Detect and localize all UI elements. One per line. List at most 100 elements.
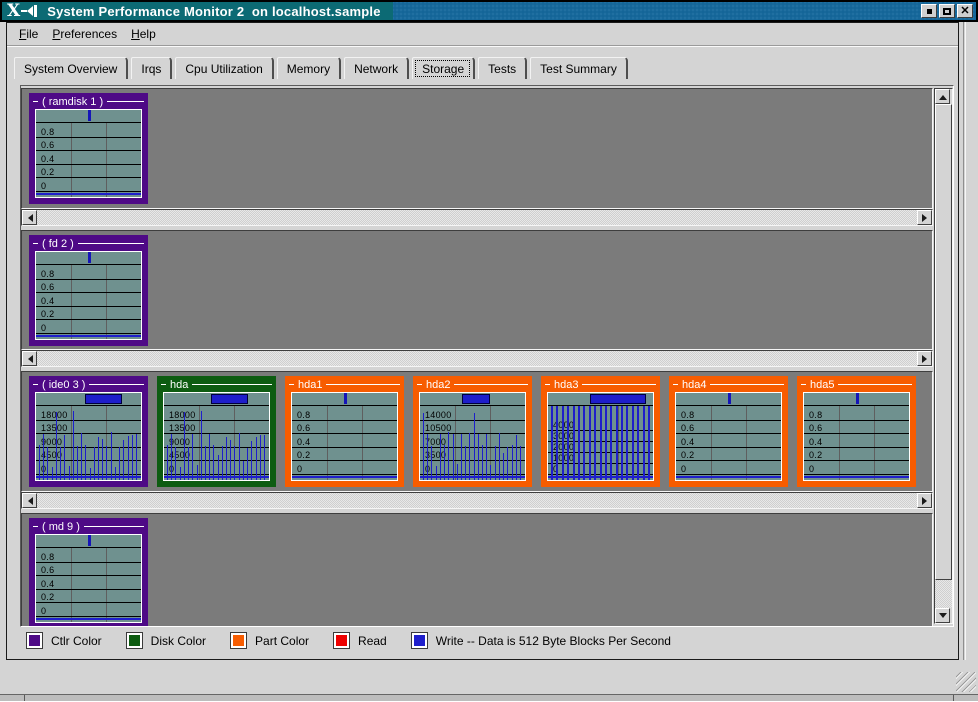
write-data-spike — [520, 446, 521, 480]
chart-plot: 1400010500700035000 — [419, 392, 526, 481]
chart-title-row: ( md 9 ) — [29, 519, 148, 534]
position-tick — [88, 252, 91, 263]
grid-hline — [36, 460, 141, 461]
horizontal-scrollbar[interactable] — [21, 209, 933, 226]
chart-title-row: ( fd 2 ) — [29, 236, 148, 251]
position-range — [85, 394, 122, 404]
arrow-left-icon — [24, 214, 33, 222]
legend-item-write: Write -- Data is 512 Byte Blocks Per Sec… — [412, 633, 671, 648]
zero-data-line — [36, 193, 141, 195]
frame-corner-notch — [953, 695, 954, 701]
x-window-logo-icon: X — [7, 3, 20, 20]
write-data-spike — [551, 406, 553, 480]
window-titlebar[interactable]: X System Performance Monitor 2 on localh… — [0, 0, 978, 22]
write-data-spike — [427, 434, 428, 480]
horizontal-scrollbar[interactable] — [21, 350, 933, 367]
zero-data-line — [292, 476, 397, 478]
y-axis-label: 0.2 — [809, 451, 822, 460]
grid-hline — [36, 306, 141, 307]
write-data-spike — [111, 432, 112, 480]
resize-grip-icon[interactable] — [956, 672, 976, 692]
scroll-left-button[interactable] — [22, 210, 37, 225]
scroll-left-button[interactable] — [22, 351, 37, 366]
chart-position-indicator — [676, 393, 781, 406]
chart-panel-md-9: ( md 9 )0.80.60.40.20 — [29, 518, 148, 626]
chart-grid: 0.80.60.40.20 — [36, 265, 141, 339]
menu-file[interactable]: File — [12, 25, 45, 43]
write-data-spike — [69, 466, 70, 480]
grid-hline — [36, 279, 141, 280]
grid-vline — [874, 406, 875, 480]
write-data-spike — [192, 434, 193, 480]
write-data-spike — [469, 433, 470, 480]
grid-hline — [36, 177, 141, 178]
y-axis-label: 0 — [809, 465, 814, 474]
grid-hline — [36, 319, 141, 320]
grid-hline — [36, 191, 141, 192]
grid-hline — [676, 460, 781, 461]
grid-vline — [746, 406, 747, 480]
position-tick — [88, 535, 91, 546]
grid-hline — [36, 150, 141, 151]
y-axis-label: 0 — [41, 607, 46, 616]
chart-title: ( fd 2 ) — [42, 238, 74, 250]
scroll-up-button[interactable] — [935, 89, 950, 104]
menu-preferences[interactable]: Preferences — [45, 25, 124, 43]
write-data-spike — [637, 406, 639, 480]
chart-grid: 1400010500700035000 — [420, 406, 525, 480]
write-data-spike — [436, 466, 437, 480]
horizontal-scrollbar[interactable] — [21, 492, 933, 509]
tab-test-summary[interactable]: Test Summary — [530, 57, 628, 79]
arrow-right-icon — [922, 497, 931, 505]
chart-plot: 1800013500900045000 — [163, 392, 270, 481]
vertical-scrollbar[interactable] — [934, 88, 953, 624]
scroll-right-button[interactable] — [917, 210, 932, 225]
write-data-spike — [234, 446, 235, 480]
legend-swatch — [127, 633, 142, 648]
tab-memory[interactable]: Memory — [277, 57, 341, 79]
tab-cpu-utilization[interactable]: Cpu Utilization — [175, 57, 273, 79]
chart-grid: 0.80.60.40.20 — [676, 406, 781, 480]
grid-hline — [292, 460, 397, 461]
legend-bar: Ctlr ColorDisk ColorPart ColorReadWrite … — [27, 633, 671, 648]
chart-plot: 0.80.60.40.20 — [35, 251, 142, 340]
tab-storage[interactable]: Storage — [412, 57, 475, 79]
y-axis-label: 0.8 — [297, 411, 310, 420]
chart-panel-hda5: hda50.80.60.40.20 — [797, 376, 916, 487]
chart-title-row: hda4 — [669, 377, 788, 392]
write-data-spike — [251, 441, 252, 480]
grid-hline — [676, 433, 781, 434]
vertical-scrollbar-thumb[interactable] — [935, 104, 952, 580]
write-data-spike — [90, 468, 91, 480]
grid-hline — [804, 447, 909, 448]
write-data-spike — [171, 434, 172, 480]
menu-help[interactable]: Help — [124, 25, 163, 43]
chart-grid: 1800013500900045000 — [36, 406, 141, 480]
grid-hline — [36, 292, 141, 293]
scroll-right-button[interactable] — [917, 351, 932, 366]
vertical-scrollbar-track[interactable] — [935, 580, 952, 608]
legend-label: Read — [358, 634, 387, 648]
write-data-spike — [444, 445, 445, 480]
grid-hline — [164, 433, 269, 434]
minimize-button[interactable] — [921, 4, 937, 18]
write-data-spike — [503, 453, 504, 480]
scroll-left-button[interactable] — [22, 493, 37, 508]
tab-system-overview[interactable]: System Overview — [14, 57, 128, 79]
y-axis-label: 0 — [41, 324, 46, 333]
y-axis-label: 0.8 — [41, 270, 54, 279]
scroll-right-button[interactable] — [917, 493, 932, 508]
write-data-spike — [474, 413, 475, 480]
chart-plot: 0.80.60.40.20 — [35, 534, 142, 623]
tab-irqs[interactable]: Irqs — [131, 57, 172, 79]
tab-tests[interactable]: Tests — [478, 57, 527, 79]
close-button[interactable]: ✕ — [957, 4, 973, 18]
grid-vline — [711, 406, 712, 480]
maximize-button[interactable] — [939, 4, 955, 18]
tab-network[interactable]: Network — [344, 57, 409, 79]
grid-vline — [327, 406, 328, 480]
position-range — [211, 394, 248, 404]
scroll-down-button[interactable] — [935, 608, 950, 623]
grid-hline — [164, 420, 269, 421]
window-frame-bottom[interactable] — [0, 694, 978, 702]
